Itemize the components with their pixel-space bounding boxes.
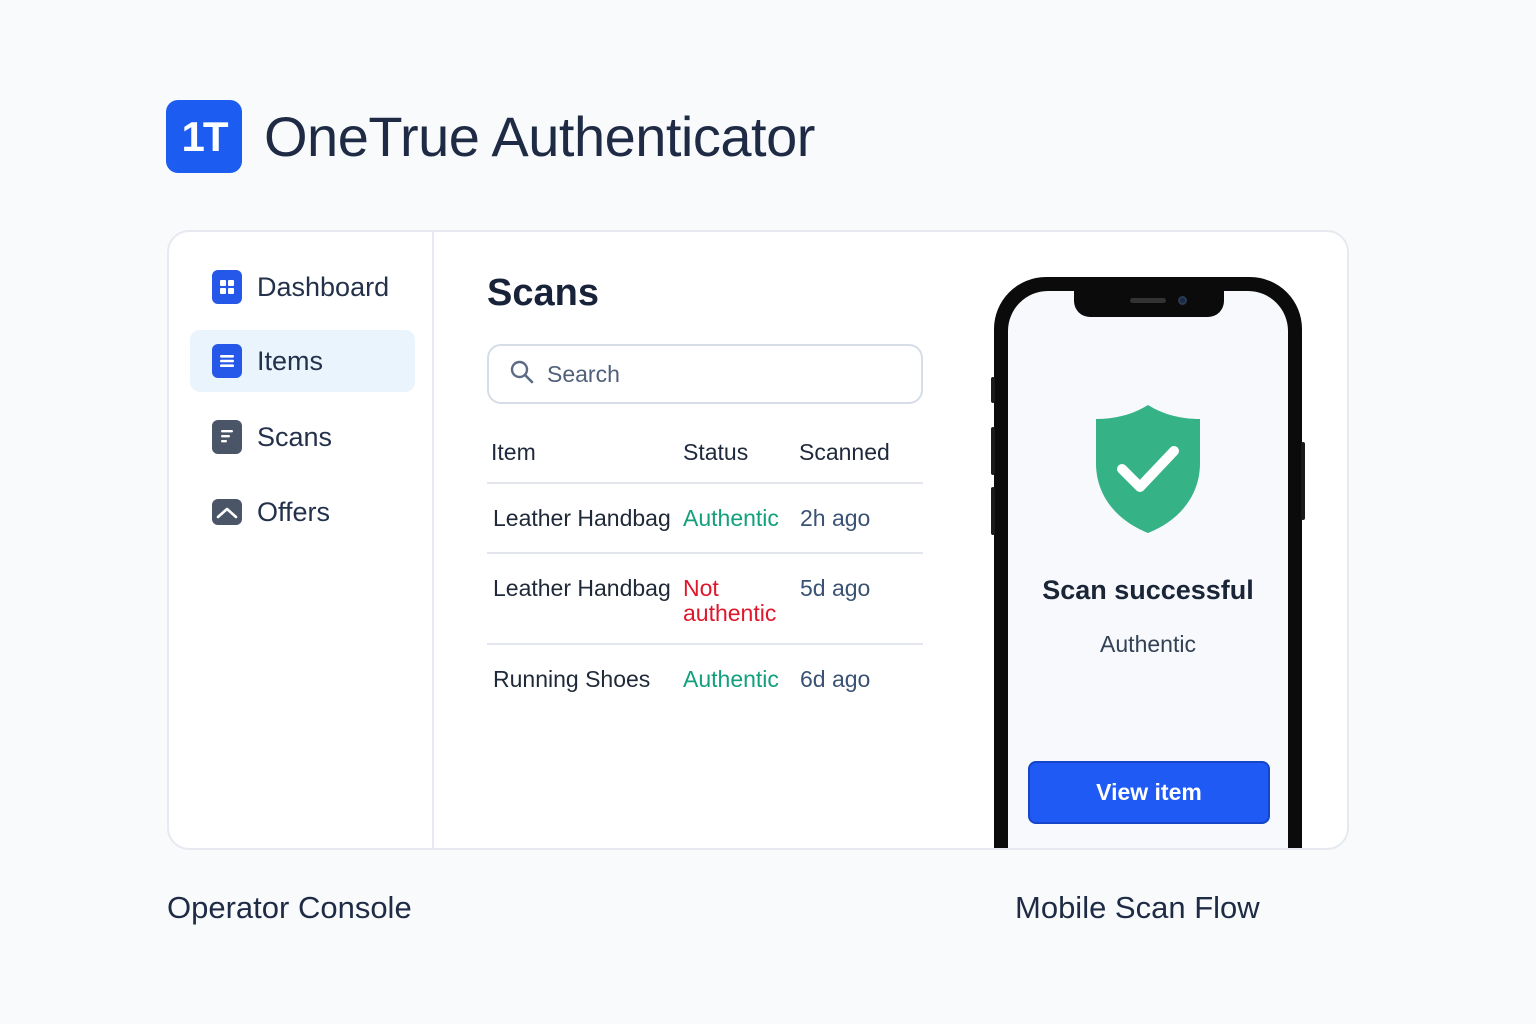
sidebar: Dashboard Items Scans Offers [169,232,434,848]
search-input[interactable] [547,360,887,388]
sidebar-item-offers[interactable]: Offers [190,481,415,543]
scans-table: Item Status Scanned Leather Handbag Auth… [487,424,923,715]
status-not-authentic: Not authentic [683,575,777,626]
phone-side-button [1301,442,1305,520]
sidebar-item-label: Items [257,345,324,376]
app-logo: 1T [166,100,242,173]
scan-result-title: Scan successful [1042,575,1254,605]
page-title: Scans [487,272,599,314]
sidebar-item-label: Scans [257,421,333,452]
app-title: OneTrue Authenticator [264,105,815,168]
sidebar-item-scans[interactable]: Scans [190,406,415,468]
shield-check-icon [1092,403,1204,540]
status-authentic: Authentic [683,666,779,692]
document-icon [212,420,242,454]
caption-operator-console: Operator Console [167,890,412,925]
view-item-button[interactable]: View item [1028,761,1270,824]
image-icon [212,499,242,525]
phone-camera [1178,296,1187,305]
column-header-status: Status [683,439,749,465]
table-header: Item Status Scanned [487,424,923,484]
scan-result-status: Authentic [1100,631,1196,657]
table-row[interactable]: Leather Handbag Authentic 2h ago [487,484,923,554]
phone-side-button [991,427,995,475]
status-authentic: Authentic [683,505,779,531]
table-row[interactable]: Running Shoes Authentic 6d ago [487,645,923,715]
search-icon [509,359,535,390]
phone-speaker [1130,298,1166,303]
search-box [487,344,923,404]
column-header-item: Item [491,439,536,465]
scanned-time: 2h ago [800,505,871,531]
operator-console-card: Dashboard Items Scans Offers Scans Searc… [167,230,1349,850]
item-name: Running Shoes [493,666,651,692]
app-header: 1T OneTrue Authenticator [166,100,815,173]
caption-mobile-scan-flow: Mobile Scan Flow [1015,890,1260,925]
table-row[interactable]: Leather Handbag Not authentic 5d ago [487,554,923,645]
grid-icon [212,270,242,304]
scanned-time: 5d ago [800,575,871,601]
sidebar-item-label: Dashboard [257,271,390,302]
phone-screen: Scan successful Authentic View item [1008,291,1288,848]
phone-side-button [991,377,995,403]
column-header-scanned: Scanned [799,439,890,465]
phone-notch [1074,291,1224,317]
phone-mockup: Scan successful Authentic View item [991,277,1305,848]
item-name: Leather Handbag [493,575,671,601]
phone-side-button [991,487,995,535]
list-icon [212,344,242,378]
sidebar-item-label: Offers [257,496,331,527]
item-name: Leather Handbag [493,505,671,531]
sidebar-item-dashboard[interactable]: Dashboard [190,256,415,318]
sidebar-item-items[interactable]: Items [190,330,415,392]
scanned-time: 6d ago [800,666,871,692]
